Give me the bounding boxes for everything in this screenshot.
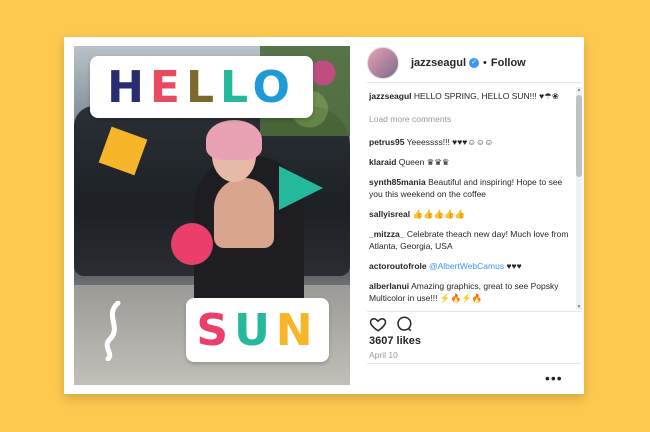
comment-username[interactable]: actoroutofrole [369,261,427,271]
comment-item: klaraid Queen ♛♛♛ [369,156,569,168]
caption-username[interactable]: jazzseagul [369,91,412,101]
footer-divider [367,363,581,364]
comment-icon[interactable] [395,315,413,333]
comments-divider [367,311,581,312]
comment-username[interactable]: _mitzza_ [369,229,404,239]
comment-item: Neversaybeaver Jean Paul Sartre likes th… [369,312,569,313]
sun-text: SUN [196,305,318,356]
teal-triangle-shape [279,166,323,210]
squiggle-shape [104,301,121,361]
comment-username[interactable]: synth85mania [369,177,426,187]
header-divider [367,82,581,83]
scroll-up-arrow-icon[interactable]: ▲ [576,87,582,93]
comment-username[interactable]: petrus95 [369,137,404,147]
woman-torso [214,178,274,248]
comment-username[interactable]: alberlanui [369,281,409,291]
scroll-thumb[interactable] [576,95,582,177]
comments-list: jazzseagul HELLO SPRING, HELLO SUN!!! ♥☂… [369,90,569,313]
hello-letter: L [185,61,221,113]
woman-hair [206,120,262,160]
header-username[interactable]: jazzseagul [411,57,466,69]
post-card: HELLO SUN jazzseagul ✓ • Follow jazzseag… [64,37,584,394]
comment-username[interactable]: sallyisreal [369,209,410,219]
likes-count[interactable]: 3607 likes [369,335,421,347]
comment-item: _mitzza_ Celebrate theach new day! Much … [369,228,569,252]
verified-icon: ✓ [469,58,480,68]
post-image: HELLO SUN [74,46,350,385]
more-options-icon[interactable]: ••• [545,371,563,385]
comments-scrollbar[interactable]: ▲ ▼ [576,87,582,310]
comment-rows: petrus95 Yeeessss!!! ♥♥♥☺☺☺ klaraid Queen… [369,136,569,313]
comment-text: Queen ♛♛♛ [398,157,450,167]
comment-username[interactable]: klaraid [369,157,396,167]
sun-sticker: SUN [186,298,329,362]
comment-item: synth85mania Beautiful and inspiring! Ho… [369,176,569,200]
comment-item: sallyisreal 👍👍👍👍👍 [369,208,569,220]
comment-text: Yeeessss!!! ♥♥♥☺☺☺ [406,137,494,147]
comment-item: alberlanui Amazing graphics, great to se… [369,280,569,304]
comment-text: 👍👍👍👍👍 [412,209,466,219]
post-header: jazzseagul ✓ • Follow [367,45,579,81]
avatar[interactable] [367,47,399,79]
hello-letter: H [107,61,150,113]
hello-letter: E [149,61,186,113]
post-caption: jazzseagul HELLO SPRING, HELLO SUN!!! ♥☂… [369,90,569,102]
post-actions [369,315,413,333]
comment-item: petrus95 Yeeessss!!! ♥♥♥☺☺☺ [369,136,569,148]
comment-text: ♥♥♥ [506,261,522,271]
separator-dot: • [483,57,487,69]
comment-item: actoroutofrole @AlbertWebCamus ♥♥♥ [369,260,569,272]
sun-letter: U [234,304,276,356]
hello-sticker: HELLO [90,56,313,118]
pink-circle-shape [171,223,213,265]
caption-text: HELLO SPRING, HELLO SUN!!! ♥☂❀ [413,91,559,101]
comment-mention-link[interactable]: @AlbertWebCamus [429,261,504,271]
sun-letter: S [196,304,235,356]
post-date: April 10 [369,350,398,360]
hello-letter: L [220,61,253,113]
sun-letter: N [275,304,319,356]
heart-icon[interactable] [369,315,387,333]
follow-button[interactable]: Follow [491,57,526,69]
scroll-down-arrow-icon[interactable]: ▼ [576,304,582,310]
hello-letter: O [252,61,296,113]
hello-text: HELLO [107,62,296,113]
load-more-comments-link[interactable]: Load more comments [369,114,569,124]
